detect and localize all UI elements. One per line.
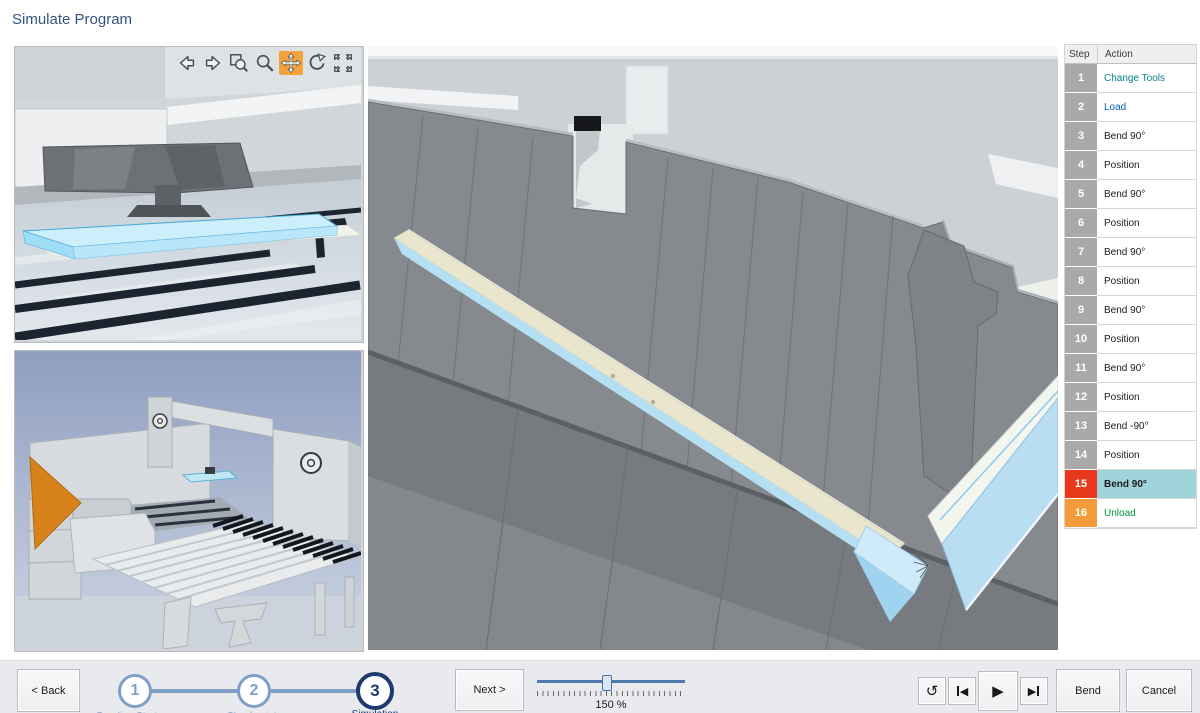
step-action: Bend 90° — [1097, 354, 1196, 383]
step-action: Position — [1097, 209, 1196, 238]
rotate-icon[interactable] — [305, 51, 329, 75]
wizard-step-number: 1 — [118, 674, 152, 708]
step-action: Bend 90° — [1097, 180, 1196, 209]
wizard: 1Bending Strategy 2Checkpoints 3Simulation — [118, 671, 394, 711]
step-number: 2 — [1065, 93, 1097, 122]
step-number: 1 — [1065, 64, 1097, 93]
step-forward-button[interactable]: ▶ — [1020, 677, 1048, 705]
step-action: Position — [1097, 151, 1196, 180]
step-action: Bend 90° — [1097, 470, 1196, 499]
step-number: 12 — [1065, 383, 1097, 412]
bend-button[interactable]: Bend — [1056, 669, 1120, 712]
steps-table-body: 1Change Tools2Load3Bend 90°4Position5Ben… — [1065, 64, 1196, 528]
pan-icon[interactable] — [279, 51, 303, 75]
table-row[interactable]: 3Bend 90° — [1065, 122, 1196, 151]
table-row[interactable]: 2Load — [1065, 93, 1196, 122]
step-number: 9 — [1065, 296, 1097, 325]
step-number: 6 — [1065, 209, 1097, 238]
column-header-action: Action — [1098, 45, 1196, 63]
previous-view-icon[interactable] — [175, 51, 199, 75]
step-action: Bend 90° — [1097, 296, 1196, 325]
speed-value: 150 % — [537, 699, 685, 711]
step-number: 14 — [1065, 441, 1097, 470]
next-view-icon[interactable] — [201, 51, 225, 75]
page-title: Simulate Program — [12, 11, 132, 28]
wizard-connector — [270, 689, 357, 693]
wizard-step-checkpoints[interactable]: 2Checkpoints — [237, 674, 271, 708]
cancel-button[interactable]: Cancel — [1126, 669, 1192, 712]
table-row[interactable]: 4Position — [1065, 151, 1196, 180]
table-row[interactable]: 5Bend 90° — [1065, 180, 1196, 209]
table-row[interactable]: 16Unload — [1065, 499, 1196, 528]
step-action: Position — [1097, 325, 1196, 354]
fit-view-icon[interactable] — [331, 51, 355, 75]
step-number: 10 — [1065, 325, 1097, 354]
simulate-program-window: Simulate Program — [0, 0, 1200, 713]
zoom-selection-icon[interactable] — [227, 51, 251, 75]
step-number: 8 — [1065, 267, 1097, 296]
simulation-viewport[interactable] — [368, 46, 1058, 650]
column-header-step: Step — [1065, 45, 1098, 63]
speed-control: 150 % — [537, 675, 685, 711]
step-number: 16 — [1065, 499, 1097, 528]
play-icon: ▶ — [992, 684, 1004, 699]
zoom-icon[interactable] — [253, 51, 277, 75]
footer-bar: < Back 1Bending Strategy 2Checkpoints 3Sim… — [0, 660, 1200, 713]
detail-viewport[interactable] — [14, 46, 364, 343]
step-action: Position — [1097, 267, 1196, 296]
table-row[interactable]: 1Change Tools — [1065, 64, 1196, 93]
back-button[interactable]: < Back — [17, 669, 80, 712]
table-row[interactable]: 6Position — [1065, 209, 1196, 238]
step-action: Load — [1097, 93, 1196, 122]
table-row[interactable]: 14Position — [1065, 441, 1196, 470]
wizard-step-bending-strategy[interactable]: 1Bending Strategy — [118, 674, 152, 708]
slider-ticks — [537, 691, 685, 696]
step-backward-icon: ◀ — [956, 685, 968, 698]
wizard-step-number: 3 — [356, 672, 394, 710]
step-number: 11 — [1065, 354, 1097, 383]
table-row[interactable]: 15Bend 90° — [1065, 470, 1196, 499]
step-number: 3 — [1065, 122, 1097, 151]
step-number: 15 — [1065, 470, 1097, 499]
reset-icon: ↺ — [926, 684, 939, 699]
wizard-step-simulation[interactable]: 3Simulation — [356, 672, 394, 710]
steps-table: Step Action 1Change Tools2Load3Bend 90°4… — [1064, 44, 1197, 529]
step-action: Bend 90° — [1097, 122, 1196, 151]
step-number: 5 — [1065, 180, 1097, 209]
table-row[interactable]: 13Bend -90° — [1065, 412, 1196, 441]
step-action: Unload — [1097, 499, 1196, 528]
step-backward-button[interactable]: ◀ — [948, 677, 976, 705]
next-button[interactable]: Next > — [455, 669, 524, 711]
step-forward-icon: ▶ — [1028, 685, 1040, 698]
table-row[interactable]: 11Bend 90° — [1065, 354, 1196, 383]
table-row[interactable]: 8Position — [1065, 267, 1196, 296]
table-row[interactable]: 10Position — [1065, 325, 1196, 354]
step-number: 13 — [1065, 412, 1097, 441]
machine-overview-viewport[interactable] — [14, 350, 364, 652]
steps-table-header: Step Action — [1065, 45, 1196, 64]
step-action: Position — [1097, 383, 1196, 412]
step-action: Position — [1097, 441, 1196, 470]
step-number: 7 — [1065, 238, 1097, 267]
step-action: Bend -90° — [1097, 412, 1196, 441]
step-number: 4 — [1065, 151, 1097, 180]
simulation-scene — [368, 46, 1058, 650]
table-row[interactable]: 9Bend 90° — [1065, 296, 1196, 325]
step-action: Bend 90° — [1097, 238, 1196, 267]
viewport-toolbar — [173, 49, 357, 77]
detail-scene — [15, 47, 361, 340]
table-row[interactable]: 7Bend 90° — [1065, 238, 1196, 267]
speed-slider[interactable] — [537, 675, 685, 689]
reset-button[interactable]: ↺ — [918, 677, 946, 705]
machine-scene — [15, 351, 361, 649]
wizard-step-label: Simulation — [352, 709, 399, 713]
slider-thumb[interactable] — [602, 675, 612, 691]
table-row[interactable]: 12Position — [1065, 383, 1196, 412]
play-button[interactable]: ▶ — [978, 671, 1018, 711]
step-action: Change Tools — [1097, 64, 1196, 93]
wizard-step-number: 2 — [237, 674, 271, 708]
wizard-connector — [151, 689, 238, 693]
